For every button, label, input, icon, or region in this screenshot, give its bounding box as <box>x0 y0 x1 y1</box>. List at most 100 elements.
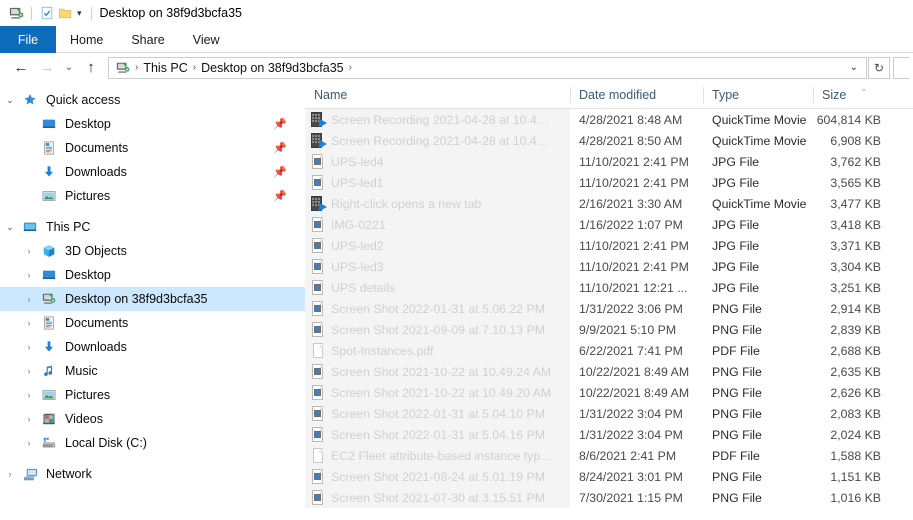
file-name-cell[interactable]: Screen Shot 2022-01-31 at 5.04.16 PM <box>305 424 570 445</box>
file-name-cell[interactable]: UPS-led4 <box>305 151 570 172</box>
file-name-cell[interactable]: Screen Shot 2021-08-24 at 5.01.19 PM <box>305 466 570 487</box>
file-name-cell[interactable]: Screen Shot 2021-09-09 at 7.10.13 PM <box>305 319 570 340</box>
table-row[interactable]: UPS-led311/10/2021 2:41 PMJPG File3,304 … <box>305 256 913 277</box>
breadcrumb-separator-0[interactable]: › <box>132 62 141 73</box>
chevron-right-icon[interactable]: › <box>0 469 20 479</box>
sidebar-item-desktop[interactable]: › Desktop <box>0 263 305 287</box>
table-row[interactable]: IMG-02211/16/2022 1:07 PMJPG File3,418 K… <box>305 214 913 235</box>
column-header-name[interactable]: Name <box>305 82 570 108</box>
breadcrumb-separator-1[interactable]: › <box>190 62 199 73</box>
sidebar-item-videos[interactable]: › Videos <box>0 407 305 431</box>
table-row[interactable]: Screen Shot 2021-08-24 at 5.01.19 PM8/24… <box>305 466 913 487</box>
table-row[interactable]: Screen Shot 2021-09-09 at 7.10.13 PM9/9/… <box>305 319 913 340</box>
up-button[interactable]: ↑ <box>78 55 104 81</box>
file-name-cell[interactable]: UPS-led2 <box>305 235 570 256</box>
forward-button[interactable]: → <box>34 55 60 81</box>
file-name-cell[interactable]: Right-click opens a new tab <box>305 193 570 214</box>
sidebar-item-network[interactable]: › Network <box>0 462 305 486</box>
properties-icon[interactable] <box>38 4 56 22</box>
column-header-size[interactable]: Size ⌄ <box>813 82 888 108</box>
file-name-cell[interactable]: UPS details <box>305 277 570 298</box>
table-row[interactable]: Screen Recording 2021-04-28 at 10.44.05 … <box>305 109 913 130</box>
pin-icon[interactable]: 📌 <box>273 190 287 203</box>
file-name-cell[interactable]: Spot-Instances.pdf <box>305 340 570 361</box>
sidebar-item-music[interactable]: › Music <box>0 359 305 383</box>
breadcrumb-item-desktop-on-host[interactable]: Desktop on 38f9d3bcfa35 <box>199 61 345 75</box>
table-row[interactable]: Screen Recording 2021-04-28 at 10.49.53 … <box>305 130 913 151</box>
tab-file[interactable]: File <box>0 26 56 53</box>
sidebar-item-documents-qa[interactable]: Documents 📌 <box>0 136 305 160</box>
file-name-cell[interactable]: Screen Shot 2021-10-22 at 10.49.24 AM <box>305 361 570 382</box>
table-row[interactable]: UPS-led411/10/2021 2:41 PMJPG File3,762 … <box>305 151 913 172</box>
chevron-right-icon[interactable]: › <box>19 294 39 304</box>
sidebar-item-pictures[interactable]: › Pictures <box>0 383 305 407</box>
chevron-right-icon[interactable]: › <box>19 366 39 376</box>
table-row[interactable]: Screen Shot 2022-01-31 at 5.06.22 PM1/31… <box>305 298 913 319</box>
table-row[interactable]: Screen Shot 2021-07-30 at 3.15.51 PM7/30… <box>305 487 913 508</box>
file-name-cell[interactable]: Screen Recording 2021-04-28 at 10.44.05 … <box>305 109 570 130</box>
breadcrumb-item-this-pc[interactable]: This PC <box>141 61 189 75</box>
column-header-date-modified[interactable]: Date modified <box>570 82 703 108</box>
address-dropdown-chevron-icon[interactable]: ⌄ <box>844 62 864 73</box>
pin-icon[interactable]: 📌 <box>273 118 287 131</box>
table-row[interactable]: Screen Shot 2021-10-22 at 10.49.24 AM10/… <box>305 361 913 382</box>
refresh-button[interactable]: ↻ <box>868 57 890 79</box>
file-name-cell[interactable]: Screen Recording 2021-04-28 at 10.49.53 … <box>305 130 570 151</box>
chevron-right-icon[interactable]: › <box>19 414 39 424</box>
chevron-right-icon[interactable]: › <box>19 342 39 352</box>
chevron-right-icon[interactable]: › <box>19 246 39 256</box>
tab-view[interactable]: View <box>179 26 234 53</box>
table-row[interactable]: Right-click opens a new tab2/16/2021 3:3… <box>305 193 913 214</box>
sidebar-group-this-pc[interactable]: ⌄ This PC <box>0 215 305 239</box>
chevron-right-icon[interactable]: › <box>19 438 39 448</box>
back-button[interactable]: ← <box>8 55 34 81</box>
sidebar-label: Pictures <box>59 189 110 203</box>
sidebar-item-documents[interactable]: › Documents <box>0 311 305 335</box>
file-name-cell[interactable]: Screen Shot 2022-01-31 at 5.04.10 PM <box>305 403 570 424</box>
chevron-down-icon[interactable]: ⌄ <box>0 222 20 233</box>
sidebar-item-downloads-qa[interactable]: Downloads 📌 <box>0 160 305 184</box>
table-row[interactable]: Screen Shot 2021-10-22 at 10.49.20 AM10/… <box>305 382 913 403</box>
breadcrumb[interactable]: › This PC › Desktop on 38f9d3bcfa35 › ⌄ <box>108 57 867 79</box>
column-header-date-label: Date modified <box>579 88 656 102</box>
file-name-cell[interactable]: IMG-0221 <box>305 214 570 235</box>
chevron-right-icon[interactable]: › <box>19 318 39 328</box>
sidebar-item-pictures-qa[interactable]: Pictures 📌 <box>0 184 305 208</box>
file-name-label: Screen Shot 2021-08-24 at 5.01.19 PM <box>326 470 545 484</box>
recent-locations-chevron-icon[interactable]: ⌄ <box>60 55 78 81</box>
breadcrumb-separator-2[interactable]: › <box>346 62 355 73</box>
column-header-type[interactable]: Type <box>703 82 813 108</box>
chevron-down-icon[interactable]: ⌄ <box>0 95 20 106</box>
search-input[interactable] <box>893 57 909 79</box>
pin-icon[interactable]: 📌 <box>273 142 287 155</box>
new-folder-icon[interactable] <box>56 4 74 22</box>
file-name-cell[interactable]: EC2 Fleet attribute-based instance type … <box>305 445 570 466</box>
sidebar-item-local-disk-c[interactable]: › Local Disk (C:) <box>0 431 305 455</box>
sidebar-item-downloads[interactable]: › Downloads <box>0 335 305 359</box>
file-name-cell[interactable]: UPS-led3 <box>305 256 570 277</box>
tab-home[interactable]: Home <box>56 26 117 53</box>
table-row[interactable]: UPS-led211/10/2021 2:41 PMJPG File3,371 … <box>305 235 913 256</box>
size-cell: 1,588 KB <box>813 449 888 463</box>
sidebar-item-3d-objects[interactable]: › 3D Objects <box>0 239 305 263</box>
chevron-right-icon[interactable]: › <box>19 270 39 280</box>
sidebar-group-quick-access[interactable]: ⌄ Quick access <box>0 88 305 112</box>
table-row[interactable]: Spot-Instances.pdf6/22/2021 7:41 PMPDF F… <box>305 340 913 361</box>
sidebar-item-desktop-on-host[interactable]: › Desktop on 38f9d3bcfa35 <box>0 287 305 311</box>
file-name-cell[interactable]: UPS-led1 <box>305 172 570 193</box>
customize-qat-chevron-icon[interactable]: ▾ <box>74 8 85 19</box>
file-name-cell[interactable]: Screen Shot 2022-01-31 at 5.06.22 PM <box>305 298 570 319</box>
table-row[interactable]: EC2 Fleet attribute-based instance type … <box>305 445 913 466</box>
tab-share[interactable]: Share <box>117 26 178 53</box>
sidebar-item-desktop-qa[interactable]: Desktop 📌 <box>0 112 305 136</box>
file-name-cell[interactable]: Screen Shot 2021-10-22 at 10.49.20 AM <box>305 382 570 403</box>
table-row[interactable]: Screen Shot 2022-01-31 at 5.04.10 PM1/31… <box>305 403 913 424</box>
table-row[interactable]: Screen Shot 2022-01-31 at 5.04.16 PM1/31… <box>305 424 913 445</box>
remote-desktop-icon[interactable] <box>7 4 25 22</box>
table-row[interactable]: UPS details11/10/2021 12:21 ...JPG File3… <box>305 277 913 298</box>
chevron-right-icon[interactable]: › <box>19 390 39 400</box>
table-row[interactable]: UPS-led111/10/2021 2:41 PMJPG File3,565 … <box>305 172 913 193</box>
quicktime-movie-icon <box>310 133 326 149</box>
file-name-cell[interactable]: Screen Shot 2021-07-30 at 3.15.51 PM <box>305 487 570 508</box>
pin-icon[interactable]: 📌 <box>273 166 287 179</box>
